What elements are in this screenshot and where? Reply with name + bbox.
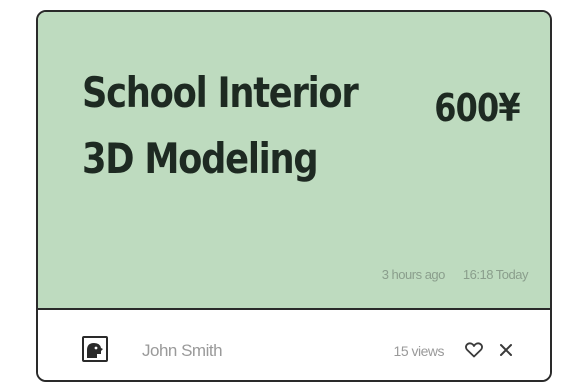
- close-icon[interactable]: [496, 340, 516, 360]
- price-label: 600¥: [434, 86, 521, 130]
- view-count: 15 views: [393, 343, 445, 359]
- card-meta: 3 hours ago 16:18 Today: [381, 267, 529, 282]
- card-footer: John Smith 15 views: [38, 310, 550, 380]
- card-title: School Interior 3D Modeling: [82, 60, 359, 192]
- card-title-line-2: 3D Modeling: [82, 134, 319, 183]
- heart-icon[interactable]: [464, 340, 484, 360]
- author-name[interactable]: John Smith: [142, 341, 223, 361]
- avatar-icon[interactable]: [82, 336, 108, 362]
- job-card[interactable]: School Interior 3D Modeling 600¥ 3 hours…: [36, 10, 552, 382]
- card-header: School Interior 3D Modeling 600¥ 3 hours…: [38, 12, 550, 310]
- posted-clock: 16:18 Today: [462, 267, 529, 282]
- posted-time: 3 hours ago: [381, 267, 446, 282]
- card-title-line-1: School Interior: [82, 68, 359, 117]
